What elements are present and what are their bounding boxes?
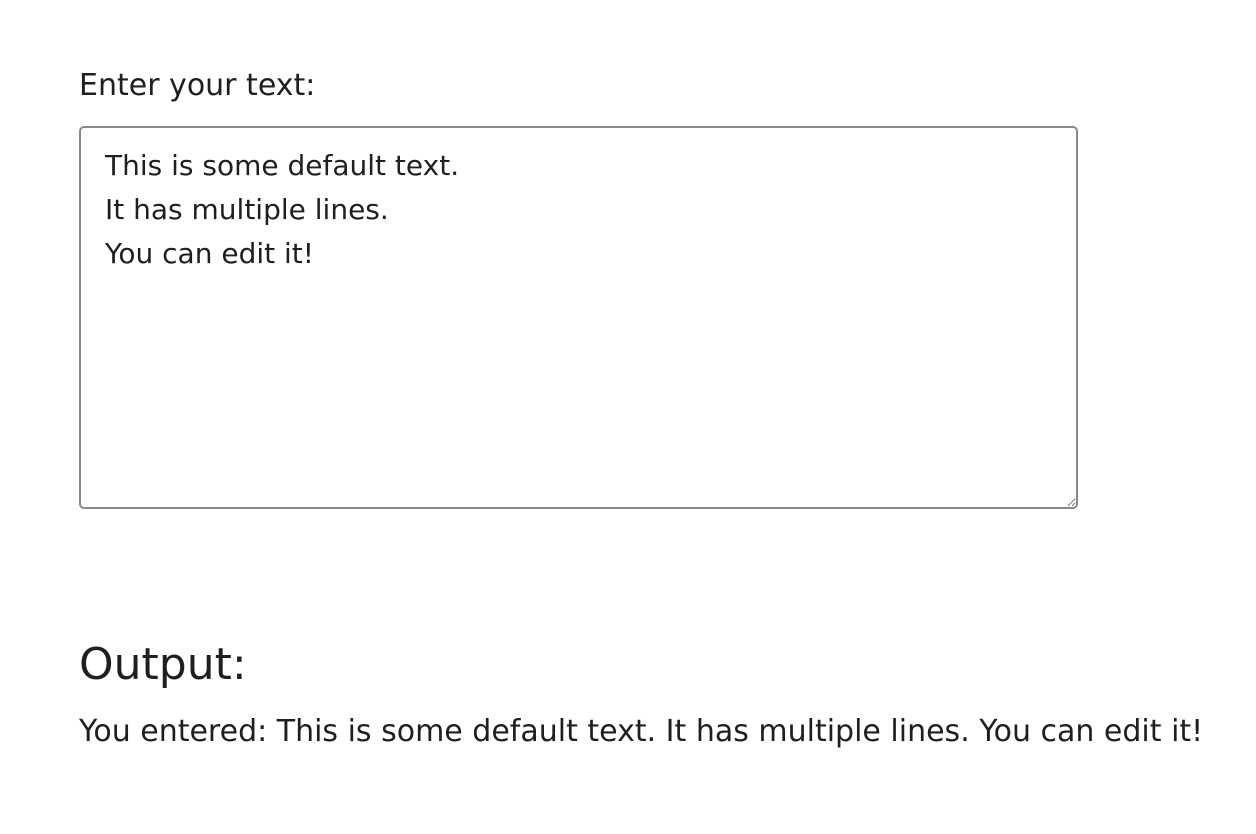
input-label: Enter your text: bbox=[79, 68, 316, 103]
output-heading: Output: bbox=[79, 639, 247, 690]
text-input-area[interactable]: This is some default text. It has multip… bbox=[79, 126, 1078, 509]
output-text: You entered: This is some default text. … bbox=[79, 714, 1204, 749]
